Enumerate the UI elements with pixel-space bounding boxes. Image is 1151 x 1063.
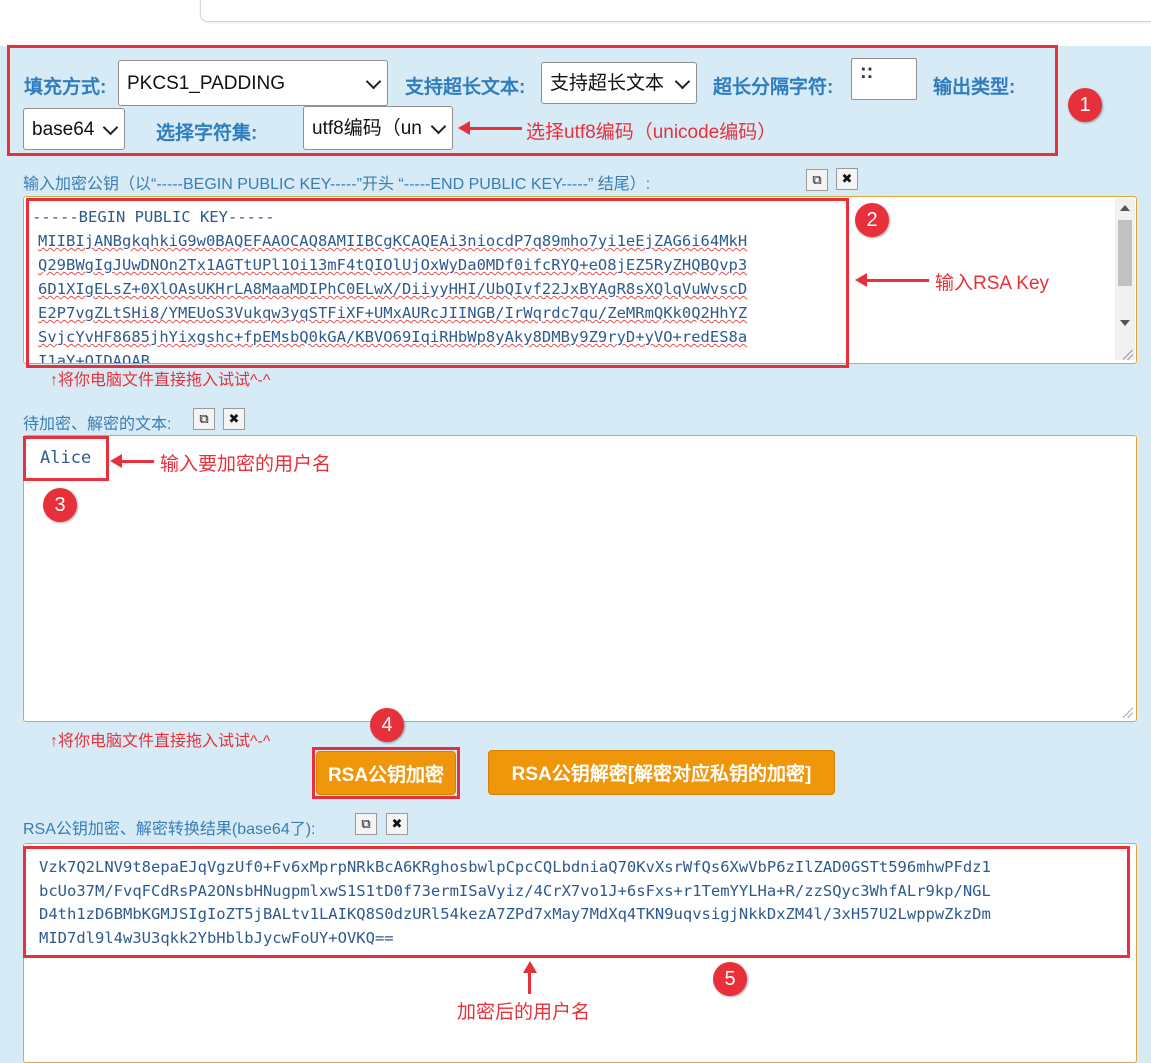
clear-plaintext-button[interactable]: ✖ [223,408,245,430]
plaintext-textarea[interactable]: Alice [23,435,1137,722]
encrypt-highlight [312,747,460,799]
clear-result-button[interactable]: ✖ [386,813,408,835]
result-highlight [23,846,1130,958]
arrow-line [468,127,522,130]
clear-key-button[interactable]: ✖ [836,168,858,190]
clear-icon: ✖ [391,816,403,831]
top-bar [0,0,1151,46]
resize-grip-icon[interactable] [1123,708,1133,718]
resize-grip-icon[interactable] [1123,350,1133,360]
scroll-up-icon[interactable] [1120,205,1130,211]
arrow-line [528,970,531,994]
plaintext-label: 待加密、解密的文本: [23,416,172,433]
badge-1: 1 [1068,88,1102,122]
user-note: 输入要加密的用户名 [160,454,332,475]
key-scrollbar[interactable] [1115,198,1135,360]
copy-icon: ⧉ [812,172,822,187]
badge-4: 4 [370,708,404,742]
scroll-down-icon[interactable] [1120,320,1130,326]
copy-icon: ⧉ [199,411,209,426]
scroll-thumb[interactable] [1118,220,1132,286]
badge-5: 5 [713,962,747,996]
copy-icon: ⧉ [361,816,371,831]
decrypt-button[interactable]: RSA公钥解密[解密对应私钥的加密] [488,750,835,795]
copy-result-button[interactable]: ⧉ [355,813,377,835]
arrow-line [120,460,154,463]
badge-2: 2 [855,203,889,237]
result-note: 加密后的用户名 [457,1002,591,1023]
plaintext-drop-hint: ↑将你电脑文件直接拖入试试^-^ [50,733,271,750]
clear-icon: ✖ [841,171,853,186]
key-drop-hint: ↑将你电脑文件直接拖入试试^-^ [50,372,271,389]
copy-key-button[interactable]: ⧉ [806,169,828,191]
charset-note: 选择utf8编码（unicode编码） [526,122,777,143]
badge-3: 3 [43,488,77,522]
plaintext-highlight [23,436,109,481]
top-search-box[interactable] [200,0,1151,22]
result-label: RSA公钥加密、解密转换结果(base64了): [23,821,316,838]
key-highlight [26,198,849,368]
copy-plaintext-button[interactable]: ⧉ [193,408,215,430]
arrow-line [865,279,929,282]
key-note: 输入RSA Key [935,273,1050,294]
public-key-label: 输入加密公钥（以“-----BEGIN PUBLIC KEY-----”开头 “… [23,176,651,193]
clear-icon: ✖ [228,411,240,426]
